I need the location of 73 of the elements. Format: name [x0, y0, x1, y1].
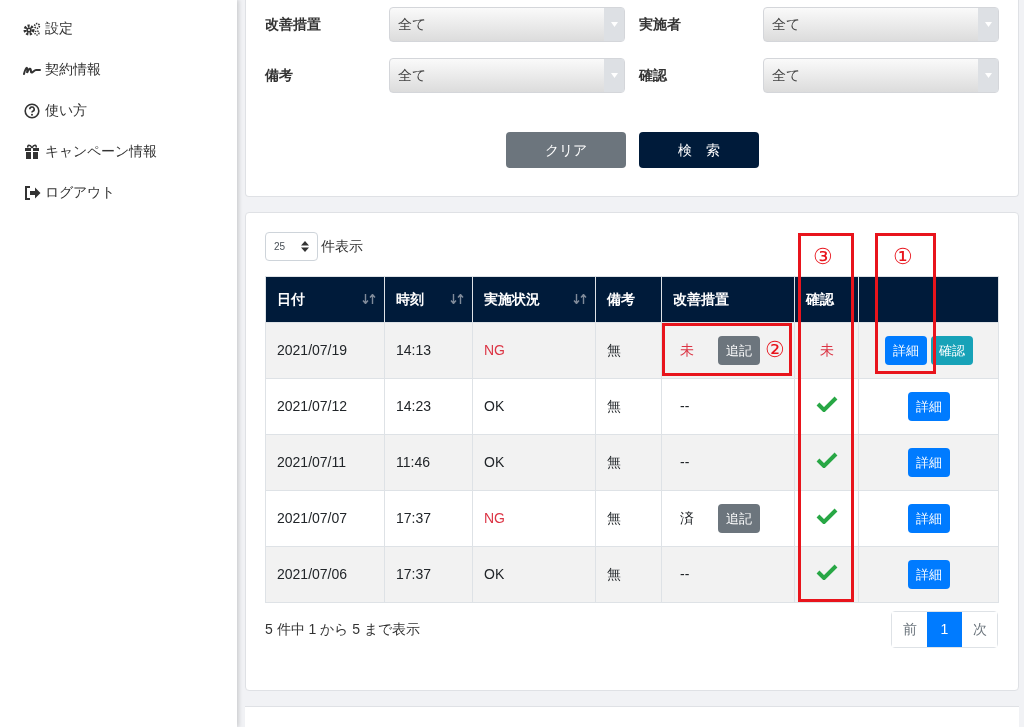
detail-button[interactable]: 詳細 [907, 504, 950, 533]
add-note-button[interactable]: 追記 [718, 504, 760, 533]
status-cell: OK [484, 398, 505, 414]
filter-select[interactable]: 全て [763, 58, 999, 93]
measure-cell-text: 未 [680, 341, 694, 360]
date-cell: 2021/07/12 [277, 398, 348, 414]
measure-cell-text: -- [680, 397, 690, 416]
sidebar-item[interactable]: 設定 [0, 8, 237, 49]
note-cell: 無 [607, 454, 621, 470]
column-header: 備考 [595, 276, 662, 323]
filter-select[interactable]: 全て [389, 7, 625, 42]
time-cell: 14:23 [396, 398, 432, 414]
help-icon [23, 102, 41, 119]
status-cell: OK [484, 454, 505, 470]
status-cell: NG [484, 342, 505, 358]
column-header[interactable]: 日付 [265, 276, 385, 323]
detail-button[interactable]: 詳細 [907, 560, 950, 589]
column-header: 改善措置 [661, 276, 795, 323]
caret-icon [604, 59, 624, 92]
callout-number: ② [765, 337, 785, 363]
unconfirmed-text: 未 [819, 342, 834, 358]
date-cell: 2021/07/07 [277, 510, 348, 526]
status-cell: NG [484, 510, 505, 526]
filter-label: 確認 [639, 66, 668, 85]
time-cell: 14:13 [396, 342, 432, 358]
sidebar-item[interactable]: 契約情報 [0, 49, 237, 90]
column-header: 確認 [794, 276, 859, 323]
note-cell: 無 [607, 566, 621, 582]
filter-select[interactable]: 全て [763, 7, 999, 42]
gift-icon [23, 143, 41, 160]
sort-icon [362, 294, 376, 304]
sort-icon [450, 294, 464, 304]
status-cell: OK [484, 566, 505, 582]
callout-number: ③ [813, 244, 833, 270]
column-header[interactable]: 実施状況 [472, 276, 596, 323]
time-cell: 11:46 [396, 454, 430, 470]
detail-button[interactable]: 詳細 [907, 448, 950, 477]
detail-button[interactable]: 詳細 [907, 392, 950, 421]
date-cell: 2021/07/19 [277, 342, 348, 358]
measure-cell-text: -- [680, 453, 690, 472]
measure-cell-text: -- [680, 565, 690, 584]
page-size-label: 件表示 [321, 237, 363, 256]
sidebar-item[interactable]: ログアウト [0, 172, 237, 213]
sidebar-item[interactable]: 使い方 [0, 90, 237, 131]
column-header[interactable]: 時刻 [384, 276, 473, 323]
detail-button[interactable]: 詳細 [884, 336, 927, 365]
time-cell: 17:37 [396, 510, 432, 526]
sort-icon [573, 294, 587, 304]
caret-icon [604, 8, 624, 41]
filter-label: 改善措置 [265, 15, 322, 34]
measure-cell-text: 済 [680, 509, 694, 528]
filter-label: 備考 [265, 66, 294, 85]
clear-button[interactable]: クリア [505, 132, 626, 168]
caret-icon [978, 8, 998, 41]
gears-icon [23, 20, 41, 37]
date-cell: 2021/07/11 [277, 454, 347, 470]
updown-icon [301, 241, 309, 252]
entries-summary: 5 件中 1 から 5 まで表示 [265, 620, 420, 639]
logout-icon [23, 184, 41, 201]
sidebar-item[interactable]: キャンペーン情報 [0, 131, 237, 172]
note-cell: 無 [607, 342, 621, 358]
page-button[interactable]: 1 [927, 612, 962, 647]
date-cell: 2021/07/06 [277, 566, 348, 582]
callout-number: ① [893, 244, 913, 270]
note-cell: 無 [607, 398, 621, 414]
page-size-select[interactable]: 25 [265, 232, 318, 261]
time-cell: 17:37 [396, 566, 432, 582]
caret-icon [978, 59, 998, 92]
search-button[interactable]: 検 索 [638, 132, 759, 168]
filter-select[interactable]: 全て [389, 58, 625, 93]
note-cell: 無 [607, 510, 621, 526]
filter-label: 実施者 [639, 15, 682, 34]
add-note-button[interactable]: 追記 [718, 336, 760, 365]
